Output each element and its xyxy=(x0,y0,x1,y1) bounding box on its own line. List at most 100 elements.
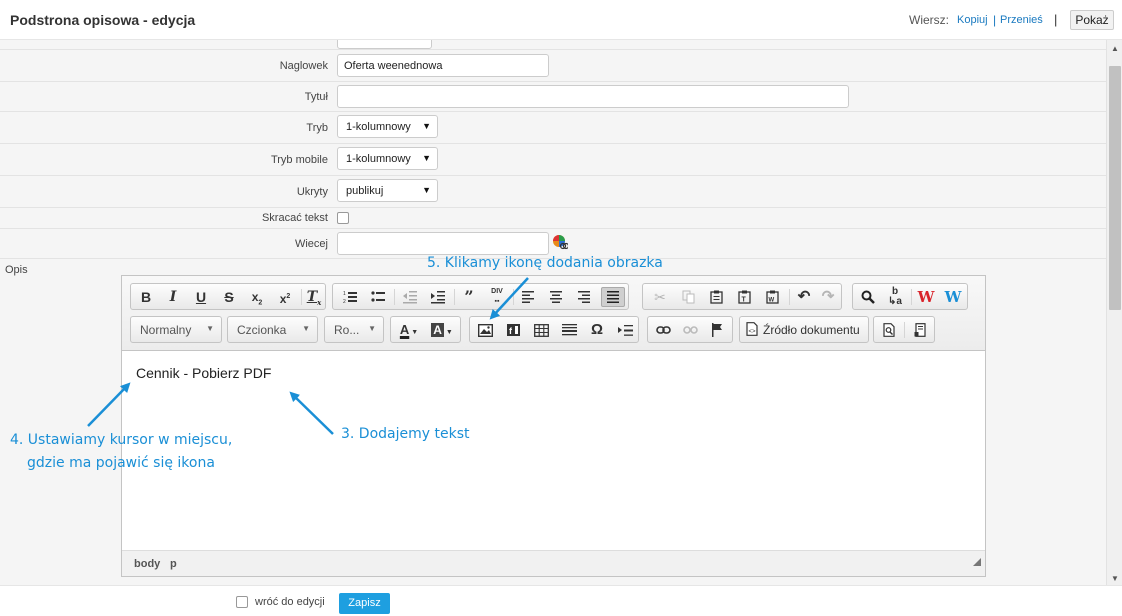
form-row-ukryty: Ukryty publikuj ▼ xyxy=(0,176,1106,208)
annotation-step4-line2: gdzie ma pojawić się ikona xyxy=(27,455,215,471)
scroll-up-icon[interactable]: ▲ xyxy=(1111,44,1119,53)
annotation-step5: 5. Klikamy ikonę dodania obrazka xyxy=(427,255,663,271)
show-button[interactable]: Pokaż xyxy=(1070,10,1114,30)
flash-icon[interactable]: f xyxy=(502,320,524,340)
path-body[interactable]: body xyxy=(134,558,160,570)
paste-text-icon[interactable]: T xyxy=(733,287,755,307)
superscript-icon[interactable]: x2 xyxy=(274,287,296,307)
numbered-list-icon[interactable]: 12 xyxy=(339,287,361,307)
unlink-icon[interactable] xyxy=(679,320,701,340)
toolbar-group-basicstyles: B I U S x2 x2 Tx xyxy=(130,283,326,310)
svg-text:<>: <> xyxy=(749,329,757,335)
paste-icon[interactable] xyxy=(705,287,727,307)
naglowek-input[interactable]: Oferta weenednowa xyxy=(337,54,549,77)
scroll-down-icon[interactable]: ▼ xyxy=(1111,574,1119,583)
paste-word-icon[interactable]: W xyxy=(761,287,783,307)
bulleted-list-icon[interactable] xyxy=(367,287,389,307)
tryb-mobile-label: Tryb mobile xyxy=(270,154,328,166)
ukryty-select[interactable]: publikuj ▼ xyxy=(337,179,438,202)
scrollbar-thumb[interactable] xyxy=(1109,66,1121,310)
chevron-down-icon: ▼ xyxy=(206,324,214,333)
editor-content-area[interactable]: Cennik - Pobierz PDF xyxy=(122,352,985,550)
chevron-down-icon: ▼ xyxy=(302,324,310,333)
cut-icon[interactable]: ✂ xyxy=(649,287,671,307)
link-picker-icon[interactable] xyxy=(552,234,570,250)
toolbar-separator xyxy=(394,289,395,305)
horizontal-rule-icon[interactable] xyxy=(558,320,580,340)
link-icon[interactable] xyxy=(652,320,674,340)
path-p[interactable]: p xyxy=(170,558,177,570)
source-button[interactable]: Źródło dokumentu xyxy=(763,323,860,337)
svg-text:1: 1 xyxy=(343,291,346,297)
italic-icon[interactable]: I xyxy=(162,287,184,307)
w-blue-icon[interactable]: W xyxy=(942,287,964,307)
tryb-label: Tryb xyxy=(306,122,328,134)
bold-icon[interactable]: B xyxy=(135,287,157,307)
skracac-label: Skracać tekst xyxy=(261,212,328,224)
annotation-step3: 3. Dodajemy tekst xyxy=(341,426,470,442)
svg-text:2: 2 xyxy=(343,299,346,304)
back-to-edit-checkbox[interactable] xyxy=(236,596,248,608)
editor-statusbar: body p xyxy=(122,550,985,576)
dropdown-arrow-icon: ▼ xyxy=(422,185,431,195)
align-center-icon[interactable] xyxy=(545,287,567,307)
ukryty-label: Ukryty xyxy=(296,186,328,198)
ukryty-value: publikuj xyxy=(346,185,384,197)
tryb-select[interactable]: 1-kolumnowy ▼ xyxy=(337,115,438,138)
text-color-icon[interactable]: A ▼ xyxy=(395,320,423,340)
skracac-checkbox[interactable] xyxy=(337,212,349,224)
underline-icon[interactable]: U xyxy=(190,287,212,307)
page-title: Podstrona opisowa - edycja xyxy=(10,12,196,28)
toolbar-separator xyxy=(301,289,302,305)
tytul-input[interactable] xyxy=(337,85,849,108)
wiecej-label: Wiecej xyxy=(294,238,328,250)
form-row-partial xyxy=(0,40,1106,50)
toolbar-separator xyxy=(904,322,905,338)
strike-icon[interactable]: S xyxy=(218,287,240,307)
blockquote-icon[interactable]: ” xyxy=(458,287,480,307)
size-combo[interactable]: Ro... ▼ xyxy=(324,316,384,343)
align-right-icon[interactable] xyxy=(573,287,595,307)
wiecej-input[interactable] xyxy=(337,232,549,255)
page-header: Podstrona opisowa - edycja Wiersz: Kopiu… xyxy=(0,0,1122,40)
undo-icon[interactable]: ↶ xyxy=(793,287,815,307)
outdent-icon[interactable] xyxy=(399,287,421,307)
align-left-icon[interactable] xyxy=(517,287,539,307)
naglowek-label: Naglowek xyxy=(279,60,328,72)
div-icon[interactable]: DIV ▪▪ xyxy=(486,287,508,307)
form-row-naglowek: Naglowek Oferta weenednowa xyxy=(0,50,1106,82)
toolbar-group-colors: A ▼ A ▼ xyxy=(390,316,461,343)
replace-icon[interactable]: b ↳a xyxy=(884,287,906,307)
size-combo-label: Ro... xyxy=(334,323,360,337)
form-row-skracac: Skracać tekst xyxy=(0,208,1106,229)
find-icon[interactable] xyxy=(857,287,879,307)
justify-icon[interactable] xyxy=(601,287,625,307)
image-icon[interactable] xyxy=(474,320,496,340)
vertical-scrollbar[interactable]: ▲ ▼ xyxy=(1106,40,1122,585)
page-break-icon[interactable] xyxy=(614,320,636,340)
anchor-icon[interactable] xyxy=(706,320,728,340)
templates-icon[interactable] xyxy=(909,320,931,340)
editor-content-text[interactable]: Cennik - Pobierz PDF xyxy=(136,365,271,381)
resize-handle-icon[interactable] xyxy=(973,558,981,566)
w-red-icon[interactable]: W xyxy=(915,287,937,307)
redo-icon[interactable]: ↷ xyxy=(817,287,839,307)
tryb-mobile-select[interactable]: 1-kolumnowy ▼ xyxy=(337,147,438,170)
preview-icon[interactable] xyxy=(878,320,900,340)
partial-input[interactable] xyxy=(337,40,432,49)
remove-format-icon[interactable]: Tx xyxy=(303,287,325,307)
font-combo[interactable]: Czcionka ▼ xyxy=(227,316,318,343)
subscript-icon[interactable]: x2 xyxy=(246,287,268,307)
copy-link[interactable]: Kopiuj xyxy=(957,14,988,26)
copy-icon[interactable] xyxy=(677,287,699,307)
format-combo[interactable]: Normalny ▼ xyxy=(130,316,222,343)
move-link[interactable]: Przenieś xyxy=(1000,14,1043,26)
bg-color-icon[interactable]: A ▼ xyxy=(427,320,457,340)
annotation-step4-line1: 4. Ustawiamy kursor w miejscu, xyxy=(10,432,233,448)
save-button[interactable]: Zapisz xyxy=(339,593,390,614)
dropdown-arrow-icon: ▼ xyxy=(422,121,431,131)
special-char-icon[interactable]: Ω xyxy=(586,320,608,340)
table-icon[interactable] xyxy=(530,320,552,340)
chevron-down-icon: ▼ xyxy=(368,324,376,333)
indent-icon[interactable] xyxy=(427,287,449,307)
